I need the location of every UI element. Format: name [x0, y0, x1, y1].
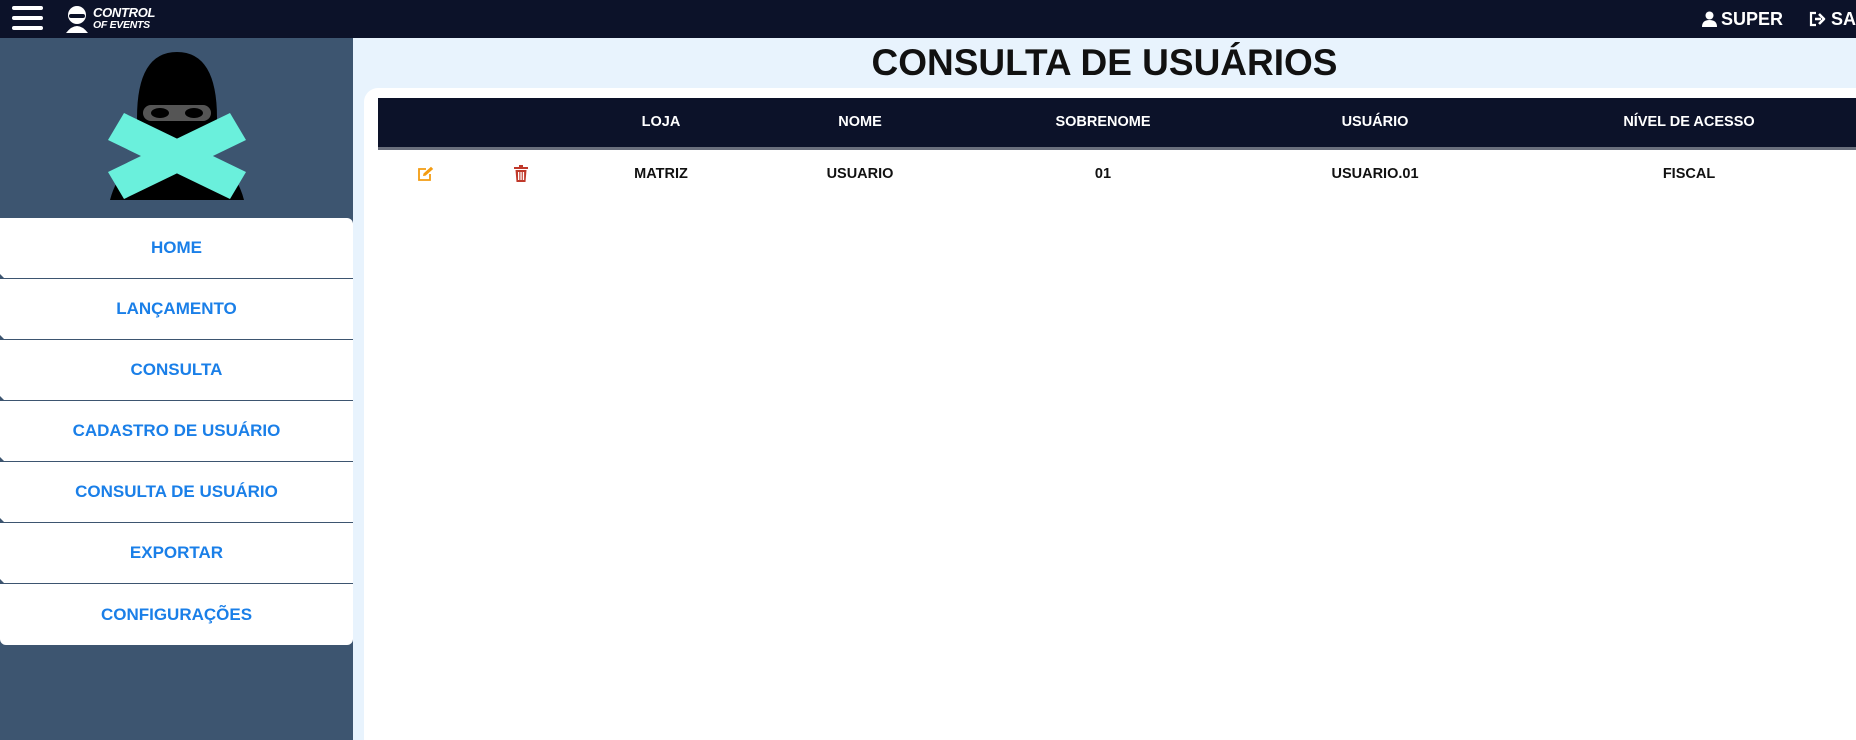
- sidebar-item-label: LANÇAMENTO: [116, 299, 237, 318]
- user-icon: [1701, 11, 1717, 27]
- sidebar-item-exportar[interactable]: EXPORTAR: [0, 523, 353, 587]
- sidebar-item-label: CONFIGURAÇÕES: [100, 604, 253, 624]
- sidebar: HOME LANÇAMENTO CONSULTA CADASTRO DE USU…: [0, 38, 353, 740]
- brand-line-1: CONTROL: [93, 5, 156, 20]
- page-title: CONSULTA DE USUÁRIOS: [871, 42, 1338, 83]
- brand-burglar-icon: [66, 6, 88, 33]
- avatar: [0, 38, 353, 218]
- sidebar-item-label: CADASTRO DE USUÁRIO: [72, 421, 281, 440]
- sidebar-menu: HOME LANÇAMENTO CONSULTA CADASTRO DE USU…: [0, 218, 353, 645]
- cell-sobrenome: 01: [1094, 165, 1112, 182]
- sidebar-item-configuracoes[interactable]: CONFIGURAÇÕES: [0, 584, 353, 645]
- sidebar-item-label: CONSULTA DE USUÁRIO: [75, 482, 278, 501]
- edit-cell: [378, 148, 474, 198]
- user-menu-link[interactable]: SUPER: [1701, 8, 1783, 30]
- sidebar-item-lancamento[interactable]: LANÇAMENTO: [0, 279, 353, 343]
- sidebar-item-label: HOME: [151, 238, 202, 257]
- header-edit: [378, 98, 474, 150]
- logout-icon: [1809, 11, 1826, 27]
- brand-logo[interactable]: CONTROL OF EVENTS: [64, 3, 155, 35]
- content-panel: LOJA NOME SOBRENOME USUÁRIO NÍVEL DE ACE…: [364, 88, 1856, 740]
- sidebar-item-cadastro-usuario[interactable]: CADASTRO DE USUÁRIO: [0, 401, 353, 465]
- user-name: SUPER: [1720, 8, 1783, 29]
- header-delete: [474, 98, 568, 150]
- sidebar-item-home[interactable]: HOME: [0, 218, 353, 282]
- hamburger-icon[interactable]: [12, 4, 43, 32]
- trash-icon[interactable]: [514, 165, 528, 183]
- cell-nivel-acesso: FISCAL: [1662, 165, 1716, 182]
- header-sobrenome[interactable]: SOBRENOME: [966, 98, 1240, 150]
- users-table: LOJA NOME SOBRENOME USUÁRIO NÍVEL DE ACE…: [378, 98, 1856, 198]
- sidebar-item-consulta[interactable]: CONSULTA: [0, 340, 353, 404]
- sidebar-item-consulta-usuario[interactable]: CONSULTA DE USUÁRIO: [0, 462, 353, 526]
- table-header-row: LOJA NOME SOBRENOME USUÁRIO NÍVEL DE ACE…: [378, 98, 1856, 150]
- edit-icon[interactable]: [417, 166, 435, 182]
- sidebar-item-label: EXPORTAR: [129, 543, 224, 562]
- header-nivel-acesso[interactable]: NÍVEL DE ACESSO: [1510, 98, 1856, 150]
- cell-nome: USUARIO: [826, 165, 894, 182]
- table-row: MATRIZ USUARIO 01 USUARIO.01 FISCAL: [378, 148, 1856, 198]
- cell-loja: MATRIZ: [634, 165, 688, 182]
- header-usuario[interactable]: USUÁRIO: [1240, 98, 1510, 150]
- cell-usuario: USUARIO.01: [1331, 165, 1419, 182]
- top-bar: CONTROL OF EVENTS SUPER SA: [0, 0, 1856, 38]
- logout-label: SA: [1830, 8, 1856, 29]
- sidebar-item-label: CONSULTA: [130, 360, 223, 379]
- delete-cell: [474, 148, 568, 198]
- brand-line-2: OF EVENTS: [93, 19, 150, 31]
- header-nome[interactable]: NOME: [754, 98, 966, 150]
- logout-link[interactable]: SA: [1809, 9, 1856, 30]
- header-loja[interactable]: LOJA: [568, 98, 754, 150]
- burglar-avatar-icon: [108, 52, 246, 200]
